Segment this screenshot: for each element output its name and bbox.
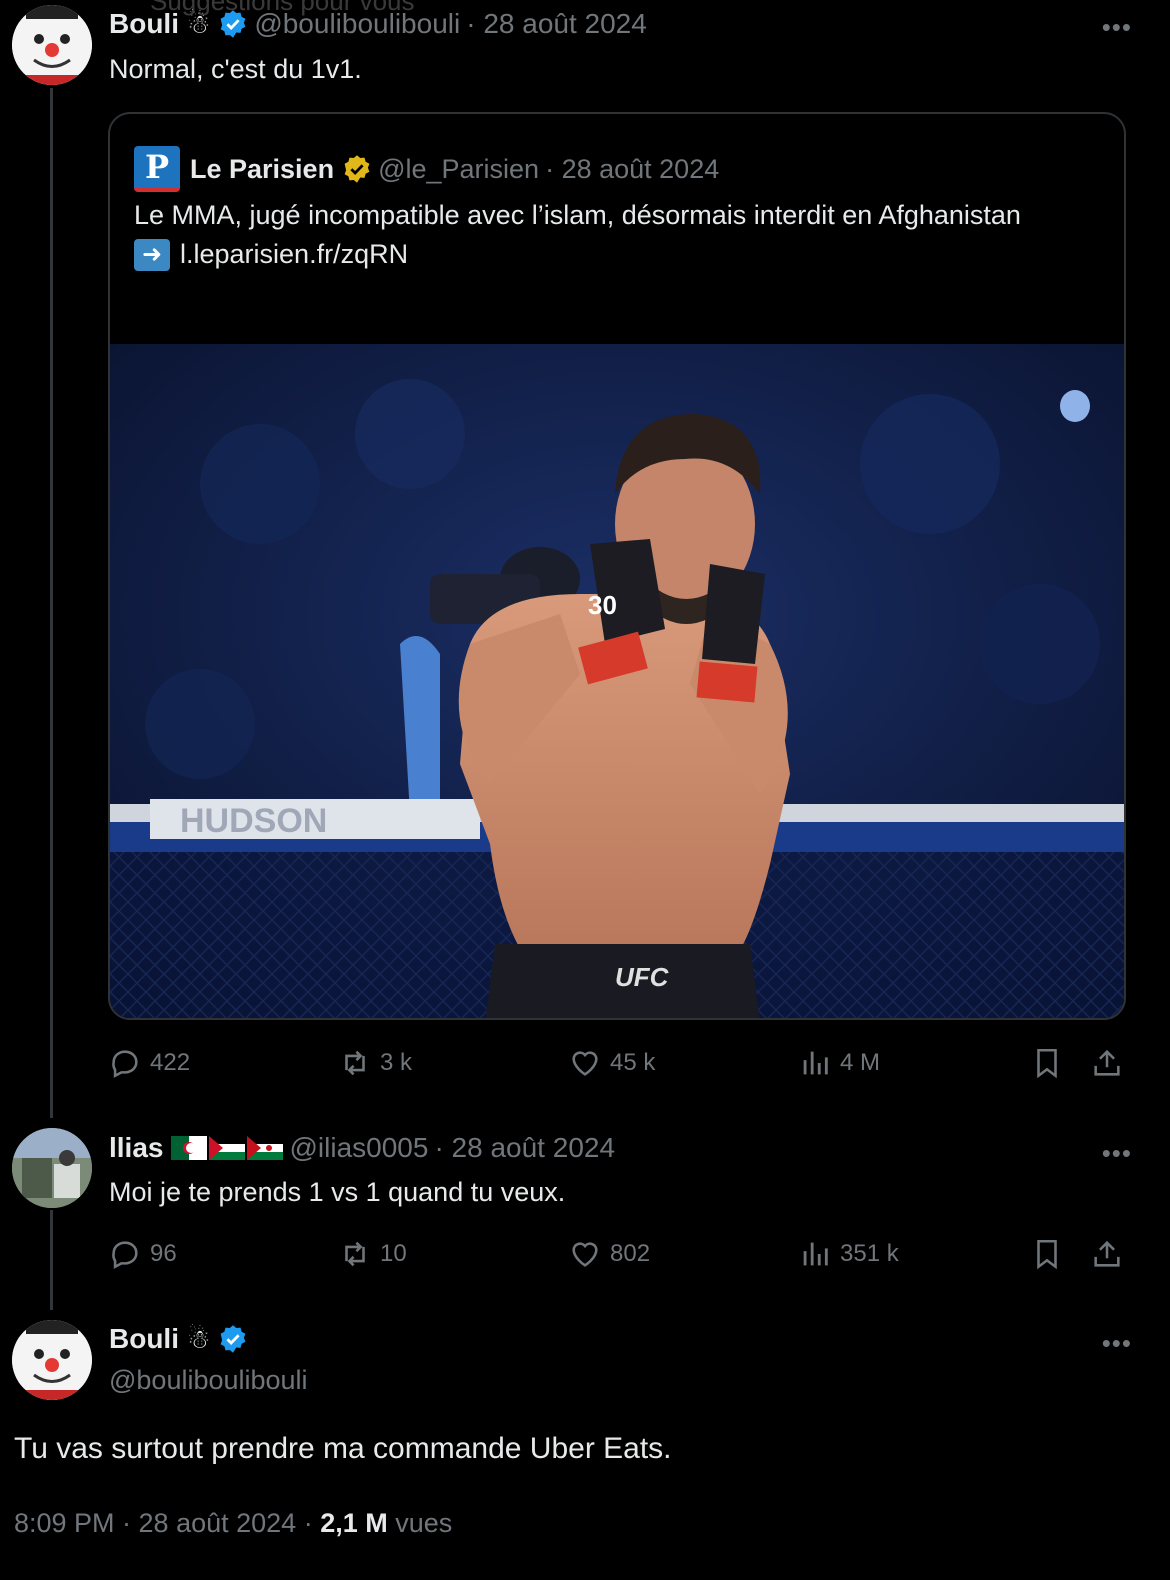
tweet-meta: 8:09 PM · 28 août 2024 · 2,1 M vues <box>14 1508 452 1539</box>
author-name[interactable]: Bouli <box>109 1323 179 1355</box>
bookmark-button[interactable] <box>1030 1046 1072 1080</box>
views-button[interactable]: 4 M <box>798 1046 880 1080</box>
quote-body: Le MMA, jugé incompatible avec l’islam, … <box>134 196 1054 274</box>
repost-icon <box>345 1241 365 1267</box>
bookmark-icon <box>1037 1048 1057 1079</box>
more-options-icon[interactable]: ••• <box>1102 1138 1132 1169</box>
more-options-icon[interactable]: ••• <box>1102 1328 1132 1359</box>
views-chart-icon <box>803 1242 828 1266</box>
share-icon <box>1094 1240 1120 1267</box>
cage-banner-text: HUDSON <box>180 802 327 840</box>
tweet-actions: 96 10 802 351 k <box>108 1237 1138 1277</box>
le-parisien-logo-icon: P <box>134 146 180 192</box>
tweet-date[interactable]: · 28 août 2024 <box>466 8 647 40</box>
tweet-text: Normal, c'est du 1v1. <box>109 54 362 84</box>
reply-count: 422 <box>150 1049 191 1076</box>
snowman-face-icon <box>12 1320 92 1400</box>
author-name[interactable]: Bouli <box>109 8 179 40</box>
quote-link[interactable]: l.leparisien.fr/zqRN <box>180 235 408 274</box>
author-handle[interactable]: @ilias0005 <box>289 1132 428 1164</box>
views-count: 351 k <box>840 1240 899 1267</box>
reply-button[interactable]: 96 <box>108 1237 177 1271</box>
quote-photo[interactable]: HUDSON 30 UFC <box>110 344 1126 1020</box>
author-handle[interactable]: @bouliboulibouli <box>254 8 460 40</box>
thread-line <box>50 1210 53 1310</box>
views-count: 4 M <box>840 1049 881 1076</box>
profile-photo-icon <box>12 1128 92 1208</box>
tweet-header: Bouli ☃ <box>109 1323 248 1355</box>
tweet-header: Bouli ☃ @bouliboulibouli · 28 août 2024 <box>109 8 647 40</box>
glove-number: 30 <box>588 590 617 620</box>
author-handle[interactable]: @bouliboulibouli <box>109 1365 308 1396</box>
tweet-timestamp[interactable]: 8:09 PM · 28 août 2024 · <box>14 1508 320 1538</box>
reply-icon <box>112 1050 138 1078</box>
quote-link-row: ➜ l.leparisien.fr/zqRN <box>134 235 1054 274</box>
repost-icon <box>345 1050 365 1076</box>
bookmark-icon <box>1037 1239 1057 1270</box>
avatar[interactable] <box>12 5 92 85</box>
tweet-text: Moi je te prends 1 vs 1 quand tu veux. <box>109 1177 566 1207</box>
avatar[interactable] <box>12 1320 92 1400</box>
reply-count: 96 <box>150 1240 177 1267</box>
snowman-emoji: ☃ <box>187 8 211 39</box>
author-name[interactable]: llias <box>109 1132 163 1164</box>
tweet-actions: 422 3 k 45 k 4 M <box>108 1046 1138 1086</box>
like-button[interactable]: 45 k <box>568 1046 655 1080</box>
views-chart-icon <box>803 1051 828 1075</box>
palestine-flag-icon <box>209 1136 246 1160</box>
views-total: 2,1 M <box>320 1508 388 1538</box>
views-button[interactable]: 351 k <box>798 1237 899 1271</box>
share-icon <box>1094 1049 1120 1076</box>
repost-button[interactable]: 3 k <box>338 1046 412 1080</box>
reply-icon <box>112 1241 138 1269</box>
avatar[interactable] <box>12 1128 92 1208</box>
verified-badge-icon <box>220 1325 246 1353</box>
thread-line <box>50 88 53 1118</box>
quote-author-handle: @le_Parisien <box>378 153 540 184</box>
quote-text: Le MMA, jugé incompatible avec l’islam, … <box>134 200 1021 230</box>
repost-count: 10 <box>380 1240 407 1267</box>
verified-gold-badge-icon <box>344 155 370 183</box>
verified-badge-icon <box>220 10 246 38</box>
heart-icon <box>572 1051 598 1076</box>
ufc-logo: UFC <box>615 962 670 992</box>
quote-date: · 28 août 2024 <box>545 153 720 184</box>
quote-author-name: Le Parisien <box>190 153 335 184</box>
like-button[interactable]: 802 <box>568 1237 650 1271</box>
quoted-tweet[interactable]: P Le Parisien @le_Parisien · 28 août 202… <box>108 112 1126 1020</box>
tweet-text: Tu vas surtout prendre ma commande Uber … <box>14 1432 672 1465</box>
algeria-flag-icon <box>171 1136 208 1160</box>
quote-header: P Le Parisien @le_Parisien · 28 août 202… <box>134 146 719 192</box>
more-options-icon[interactable]: ••• <box>1102 12 1132 43</box>
share-button[interactable] <box>1090 1046 1132 1080</box>
repost-button[interactable]: 10 <box>338 1237 407 1271</box>
bookmark-button[interactable] <box>1030 1237 1072 1271</box>
arrow-right-icon: ➜ <box>134 238 170 271</box>
like-count: 802 <box>610 1240 651 1267</box>
views-label: vues <box>387 1508 453 1538</box>
western-sahara-flag-icon <box>247 1136 284 1160</box>
repost-count: 3 k <box>380 1049 413 1076</box>
snowman-emoji: ☃ <box>187 1323 211 1354</box>
tweet-header: llias @ilias0005 · 28 août 2024 <box>109 1132 615 1164</box>
tweet-date[interactable]: · 28 août 2024 <box>434 1132 615 1164</box>
snowman-face-icon <box>12 5 92 85</box>
like-count: 45 k <box>610 1049 656 1076</box>
reply-button[interactable]: 422 <box>108 1046 190 1080</box>
heart-icon <box>572 1242 598 1267</box>
share-button[interactable] <box>1090 1237 1132 1271</box>
